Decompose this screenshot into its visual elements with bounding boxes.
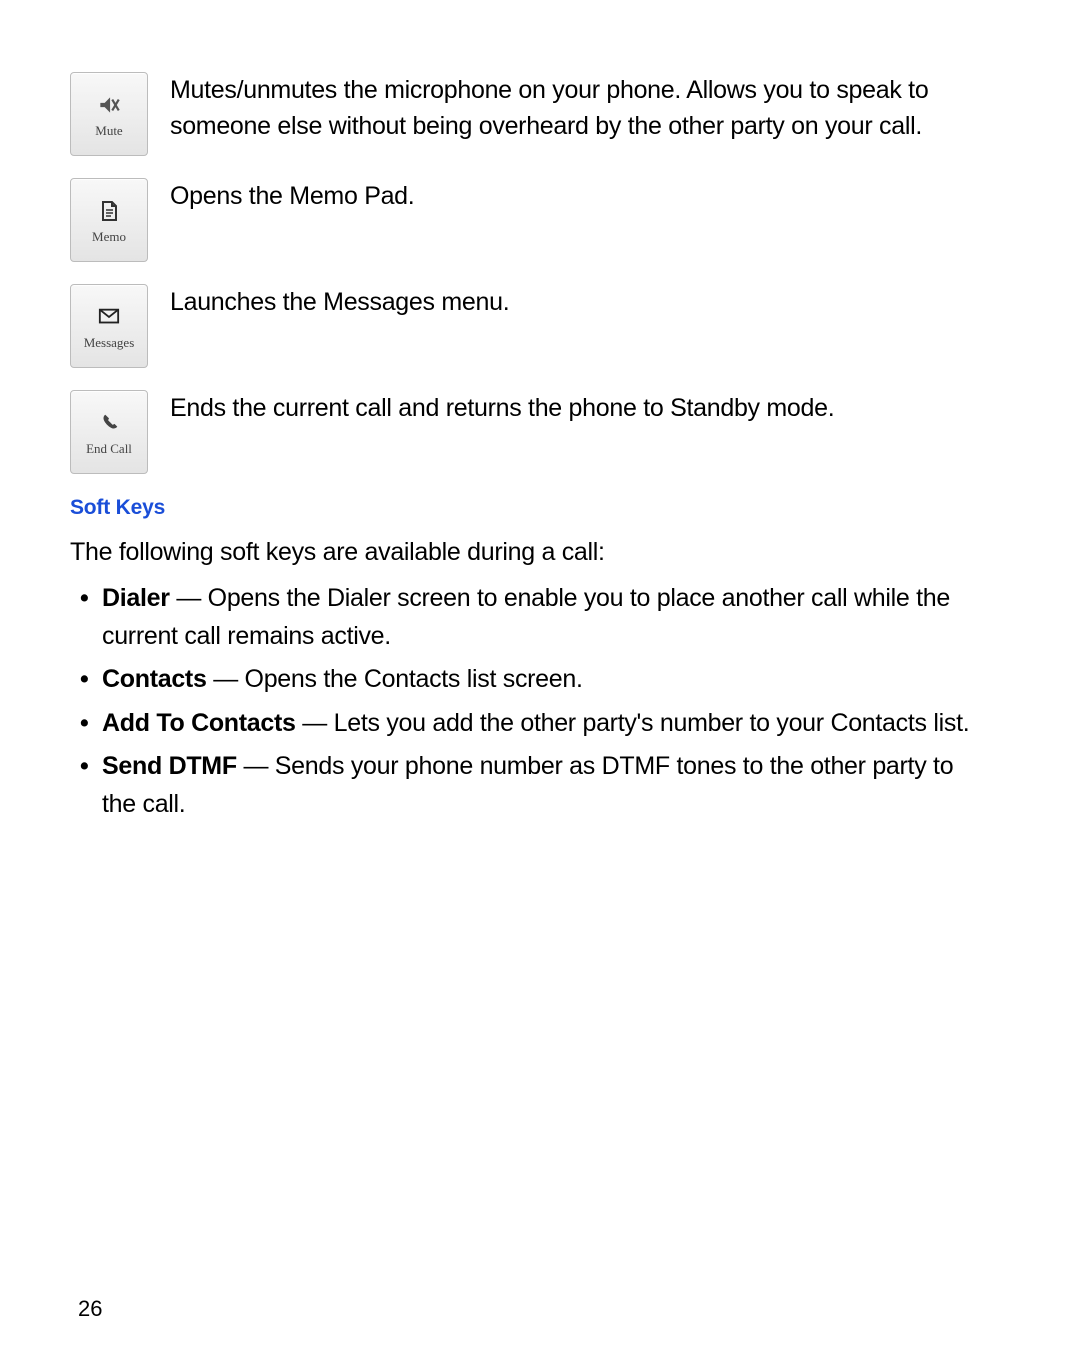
messages-label: Messages: [84, 335, 135, 351]
icon-row-memo: Memo Opens the Memo Pad.: [70, 178, 990, 262]
end-call-description: Ends the current call and returns the ph…: [170, 390, 834, 426]
page-number: 26: [78, 1296, 102, 1322]
list-item: Contacts — Opens the Contacts list scree…: [102, 661, 990, 699]
end-call-icon: [95, 409, 123, 437]
icon-row-messages: Messages Launches the Messages menu.: [70, 284, 990, 368]
messages-button: Messages: [70, 284, 148, 368]
memo-button: Memo: [70, 178, 148, 262]
mute-button: Mute: [70, 72, 148, 156]
soft-keys-intro: The following soft keys are available du…: [70, 534, 990, 570]
icon-row-mute: Mute Mutes/unmutes the microphone on you…: [70, 72, 990, 156]
bullet-term-dialer: Dialer: [102, 584, 170, 612]
messages-description: Launches the Messages menu.: [170, 284, 509, 320]
bullet-term-send-dtmf: Send DTMF: [102, 752, 237, 780]
soft-keys-heading: Soft Keys: [70, 496, 990, 520]
bullet-desc-add-to-contacts: — Lets you add the other party's number …: [296, 709, 970, 737]
list-item: Send DTMF — Sends your phone number as D…: [102, 748, 990, 823]
end-call-label: End Call: [86, 441, 132, 457]
memo-description: Opens the Memo Pad.: [170, 178, 414, 214]
mute-icon: [95, 91, 123, 119]
soft-keys-list: Dialer — Opens the Dialer screen to enab…: [70, 580, 990, 823]
bullet-desc-dialer: — Opens the Dialer screen to enable you …: [102, 584, 950, 650]
mute-label: Mute: [95, 123, 122, 139]
bullet-term-contacts: Contacts: [102, 665, 207, 693]
list-item: Dialer — Opens the Dialer screen to enab…: [102, 580, 990, 655]
end-call-button: End Call: [70, 390, 148, 474]
mute-description: Mutes/unmutes the microphone on your pho…: [170, 72, 990, 145]
messages-icon: [95, 303, 123, 331]
bullet-term-add-to-contacts: Add To Contacts: [102, 709, 296, 737]
icon-row-end-call: End Call Ends the current call and retur…: [70, 390, 990, 474]
list-item: Add To Contacts — Lets you add the other…: [102, 705, 990, 743]
bullet-desc-contacts: — Opens the Contacts list screen.: [207, 665, 583, 693]
memo-icon: [95, 197, 123, 225]
memo-label: Memo: [92, 229, 126, 245]
